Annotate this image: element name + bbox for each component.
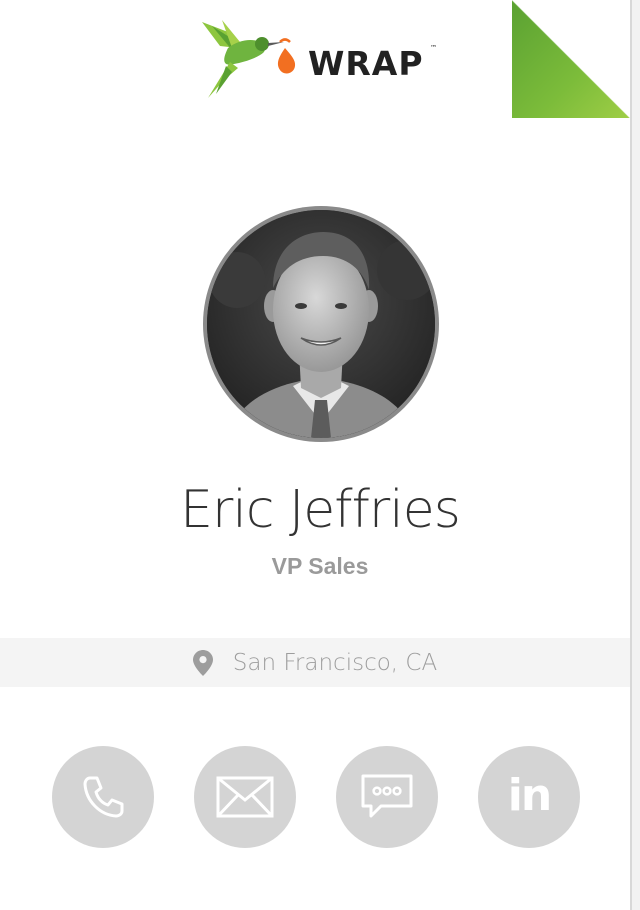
email-icon (216, 776, 274, 818)
logo-trademark: ™ (430, 44, 437, 52)
wrap-logo: WRAP ™ (198, 18, 438, 100)
hummingbird-icon (202, 20, 296, 98)
location-text: San Francisco, CA (232, 649, 438, 676)
profile-photo-frame (203, 206, 439, 442)
phone-icon (83, 776, 124, 818)
message-icon (361, 774, 413, 818)
contact-actions: in (0, 746, 640, 848)
profile-name: Eric Jeffries (180, 480, 461, 540)
corner-fold-icon[interactable] (512, 0, 630, 118)
location-pin-icon (192, 649, 213, 676)
profile-photo (207, 210, 435, 438)
linkedin-icon: in (507, 769, 552, 821)
message-button[interactable] (336, 746, 438, 848)
avatar-portrait (207, 210, 435, 438)
email-button[interactable] (194, 746, 296, 848)
logo-wordmark: WRAP (308, 44, 424, 83)
linkedin-button[interactable]: in (478, 746, 580, 848)
location-bar: San Francisco, CA (0, 638, 630, 687)
profile-job-title: VP Sales (271, 553, 369, 579)
call-button[interactable] (52, 746, 154, 848)
